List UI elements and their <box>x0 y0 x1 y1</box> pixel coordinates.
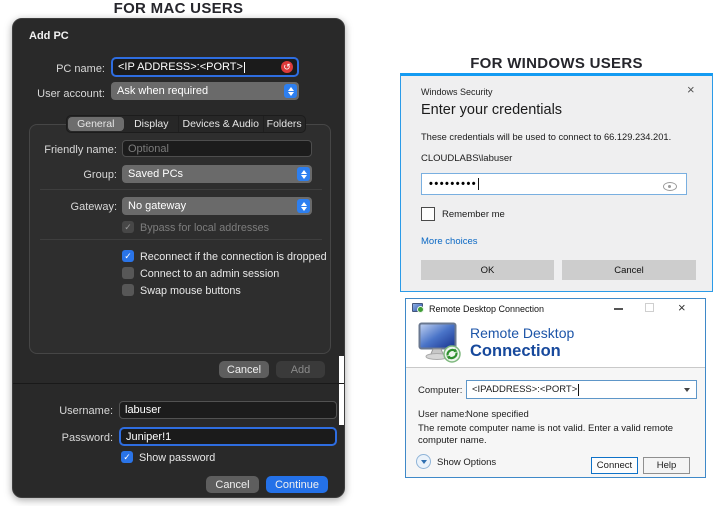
remote-desktop-connection-dialog: Remote Desktop Connection × Remote Deskt… <box>405 298 706 478</box>
logo-text-line1: Remote Desktop <box>470 325 575 341</box>
group-dropdown[interactable]: Saved PCs <box>122 165 312 183</box>
username-label: Username: <box>59 405 113 417</box>
text-caret <box>243 61 245 73</box>
friendly-name-placeholder: Optional <box>128 142 169 155</box>
password-dots: ••••••••• <box>429 178 478 190</box>
user-account-dropdown[interactable]: Ask when required <box>111 82 299 100</box>
user-name-value: None specified <box>466 409 529 420</box>
close-icon[interactable]: × <box>687 82 695 97</box>
pc-name-value: <IP ADDRESS>:<PORT> <box>118 61 243 73</box>
rdc-banner: Remote Desktop Connection <box>406 318 705 368</box>
help-button[interactable]: Help <box>643 457 690 474</box>
separator <box>40 189 322 190</box>
group-value: Saved PCs <box>128 168 184 180</box>
tab-display[interactable]: Display <box>125 116 179 132</box>
computer-combobox[interactable]: <IPADDRESS>:<PORT> <box>466 380 697 399</box>
text-caret <box>578 383 580 396</box>
general-tab-panel: Friendly name: Optional Group: Saved PCs… <box>29 124 331 354</box>
gateway-label: Gateway: <box>70 201 117 213</box>
windows-security-dialog: Windows Security × Enter your credential… <box>400 73 713 292</box>
minimize-icon[interactable] <box>614 308 623 310</box>
pc-name-error-icon[interactable]: ↺ <box>281 61 293 73</box>
pc-name-label: PC name: <box>56 63 105 75</box>
username-value: labuser <box>125 404 162 416</box>
domain-username-text: CLOUDLABS\labuser <box>421 153 513 164</box>
user-account-value: Ask when required <box>117 85 209 97</box>
separator <box>40 239 322 240</box>
chevron-down-icon[interactable] <box>684 388 690 392</box>
sheet-divider <box>13 383 344 384</box>
show-options-link[interactable]: Show Options <box>437 457 496 468</box>
ok-button[interactable]: OK <box>421 260 554 280</box>
credentials-description: These credentials will be used to connec… <box>421 132 672 142</box>
bypass-checkbox: ✓ <box>122 221 134 233</box>
more-choices-link[interactable]: More choices <box>421 236 478 247</box>
username-input[interactable]: labuser <box>119 401 337 419</box>
remote-desktop-logo-icon <box>418 322 461 363</box>
reconnect-checkbox[interactable]: ✓ <box>122 250 134 262</box>
windows-section-heading: FOR WINDOWS USERS <box>400 55 713 75</box>
friendly-name-input[interactable]: Optional <box>122 140 312 157</box>
titlebar: Remote Desktop Connection × <box>406 299 705 318</box>
app-icon <box>412 303 424 313</box>
group-label: Group: <box>83 169 117 181</box>
tab-bar: General Display Devices & Audio Folders <box>66 115 306 133</box>
cancel-button[interactable]: Cancel <box>219 361 269 378</box>
add-button[interactable]: Add <box>276 361 325 378</box>
reveal-password-icon[interactable] <box>663 182 677 191</box>
password-input[interactable]: ••••••••• <box>421 173 687 195</box>
text-caret <box>478 178 480 190</box>
scrollbar[interactable] <box>339 356 344 425</box>
gateway-value: No gateway <box>128 200 187 212</box>
tab-folders[interactable]: Folders <box>263 116 305 132</box>
stepper-icon[interactable] <box>297 199 310 213</box>
mac-section-heading: FOR MAC USERS <box>12 0 345 20</box>
password-label: Password: <box>61 432 113 444</box>
friendly-name-label: Friendly name: <box>44 144 117 156</box>
warning-text: The remote computer name is not valid. E… <box>418 423 674 446</box>
dialog-title: Remote Desktop Connection <box>429 304 545 314</box>
remember-me-checkbox[interactable] <box>421 207 435 221</box>
show-password-checkbox[interactable]: ✓ <box>121 451 133 463</box>
cancel-button[interactable]: Cancel <box>562 260 696 280</box>
admin-session-checkbox[interactable] <box>122 267 134 279</box>
show-password-label: Show password <box>139 452 216 464</box>
tab-devices-audio[interactable]: Devices & Audio <box>178 116 263 132</box>
remember-me-label: Remember me <box>442 209 505 220</box>
maximize-icon <box>645 303 654 312</box>
window-title: Add PC <box>29 30 69 42</box>
mac-add-pc-window: Add PC PC name: <IP ADDRESS>:<PORT> ↺ Us… <box>12 18 345 498</box>
user-account-label: User account: <box>37 88 105 100</box>
cancel-button[interactable]: Cancel <box>206 476 259 493</box>
dialog-title: Windows Security <box>421 87 493 97</box>
chevron-down-icon[interactable] <box>416 454 431 469</box>
tab-general[interactable]: General <box>68 117 124 131</box>
computer-value: <IPADDRESS>:<PORT> <box>472 384 578 395</box>
close-icon[interactable]: × <box>678 300 686 315</box>
reconnect-checkbox-label: Reconnect if the connection is dropped <box>140 251 327 263</box>
swap-mouse-checkbox[interactable] <box>122 284 134 296</box>
screenshot-canvas: FOR MAC USERS FOR WINDOWS USERS Add PC P… <box>0 0 722 506</box>
credentials-heading: Enter your credentials <box>421 102 563 118</box>
pc-name-input[interactable]: <IP ADDRESS>:<PORT> ↺ <box>111 57 299 77</box>
stepper-icon[interactable] <box>284 84 297 98</box>
stepper-icon[interactable] <box>297 167 310 181</box>
gateway-dropdown[interactable]: No gateway <box>122 197 312 215</box>
logo-text-line2: Connection <box>470 342 561 360</box>
bypass-checkbox-label: Bypass for local addresses <box>140 222 270 234</box>
user-name-label: User name: <box>418 409 468 420</box>
password-value: Juniper!1 <box>126 430 172 443</box>
admin-session-checkbox-label: Connect to an admin session <box>140 268 280 280</box>
password-input[interactable]: Juniper!1 <box>119 427 337 446</box>
swap-mouse-checkbox-label: Swap mouse buttons <box>140 285 241 297</box>
continue-button[interactable]: Continue <box>266 476 328 493</box>
connect-button[interactable]: Connect <box>591 457 638 474</box>
computer-label: Computer: <box>418 385 463 396</box>
